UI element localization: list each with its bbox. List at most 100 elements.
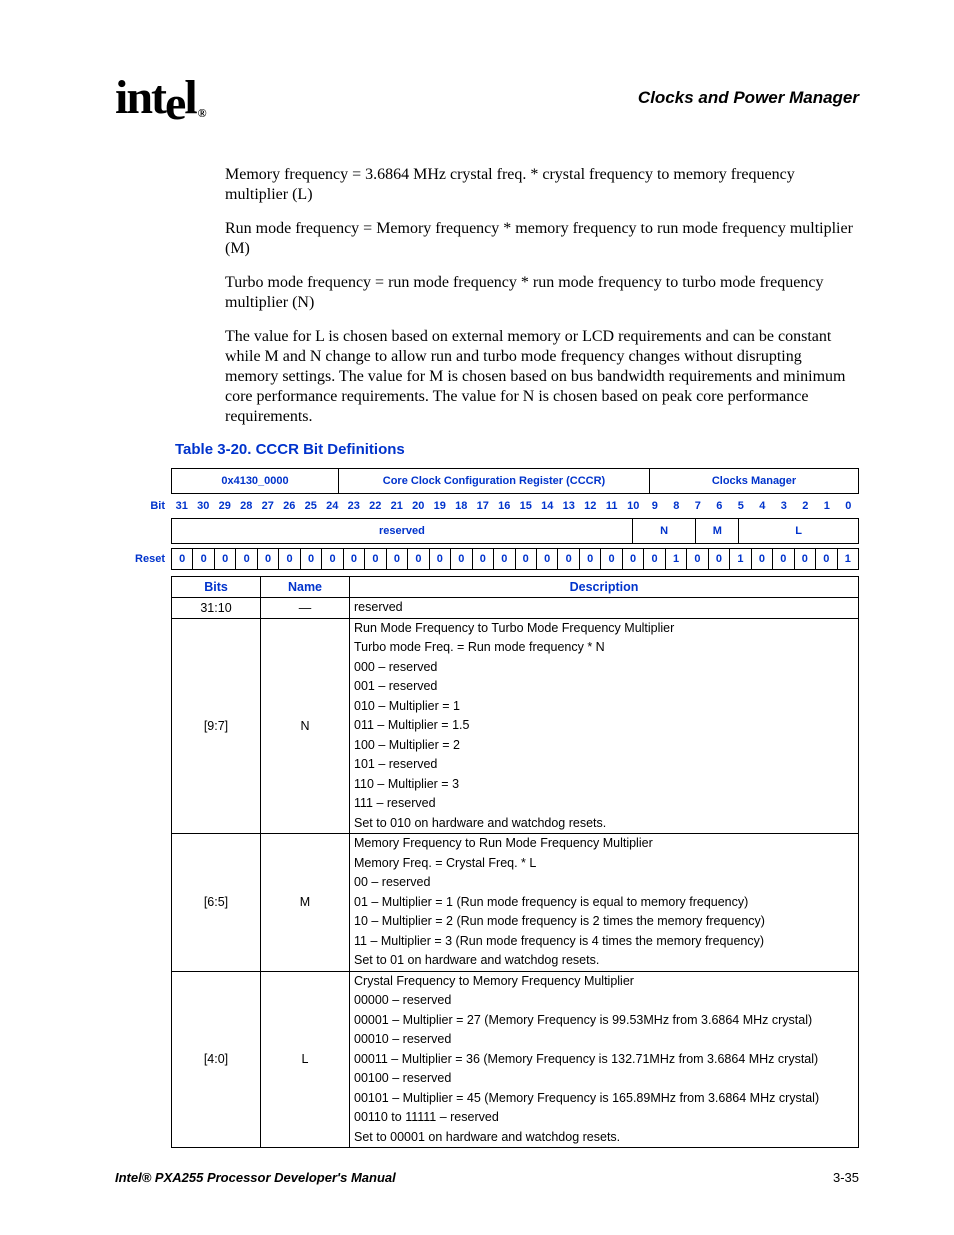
- reset-bit: 1: [837, 548, 859, 570]
- register-header-row: 0x4130_0000 Core Clock Configuration Reg…: [171, 468, 859, 494]
- body-text: Memory frequency = 3.6864 MHz crystal fr…: [225, 165, 859, 427]
- reset-bit: 0: [235, 548, 256, 570]
- desc-line: 00010 – reserved: [350, 1030, 858, 1050]
- cell-name: —: [261, 598, 350, 619]
- page-footer: Intel® PXA255 Processor Developer's Manu…: [115, 1170, 859, 1185]
- col-header-desc: Description: [350, 577, 859, 598]
- bit-number: 0: [838, 498, 860, 514]
- field-reserved: reserved: [172, 519, 633, 543]
- cell-bits: [6:5]: [172, 834, 261, 972]
- field-m: M: [696, 519, 739, 543]
- reset-bit: 0: [429, 548, 450, 570]
- cell-name: L: [261, 971, 350, 1148]
- desc-line: 10 – Multiplier = 2 (Run mode frequency …: [350, 912, 858, 932]
- desc-line: 101 – reserved: [350, 755, 858, 775]
- table-row: [9:7]NRun Mode Frequency to Turbo Mode F…: [172, 618, 859, 834]
- bit-number: 30: [193, 498, 215, 514]
- desc-line: Crystal Frequency to Memory Frequency Mu…: [350, 972, 858, 992]
- cell-description: Memory Frequency to Run Mode Frequency M…: [350, 834, 859, 972]
- reset-bit: 0: [171, 548, 192, 570]
- bit-numbers: 3130292827262524232221201918171615141312…: [171, 498, 859, 514]
- bit-number: 27: [257, 498, 279, 514]
- desc-line: Set to 00001 on hardware and watchdog re…: [350, 1128, 858, 1148]
- reset-bit: 0: [386, 548, 407, 570]
- desc-line: 011 – Multiplier = 1.5: [350, 716, 858, 736]
- register-table: 0x4130_0000 Core Clock Configuration Reg…: [171, 468, 859, 1148]
- cell-name: N: [261, 618, 350, 834]
- bit-row-label: Bit: [119, 500, 171, 512]
- bit-number: 12: [580, 498, 602, 514]
- reset-bit: 0: [364, 548, 385, 570]
- bit-number: 6: [709, 498, 731, 514]
- bit-number: 31: [171, 498, 193, 514]
- reset-row: Reset 00000000000000000000000100100001: [171, 548, 859, 570]
- desc-line: 00001 – Multiplier = 27 (Memory Frequenc…: [350, 1011, 858, 1031]
- reset-bit: 0: [751, 548, 772, 570]
- paragraph: Turbo mode frequency = run mode frequenc…: [225, 273, 859, 313]
- reset-bit: 0: [815, 548, 836, 570]
- desc-line: 010 – Multiplier = 1: [350, 697, 858, 717]
- table-row: [6:5]MMemory Frequency to Run Mode Frequ…: [172, 834, 859, 972]
- desc-line: 100 – Multiplier = 2: [350, 736, 858, 756]
- reset-bit: 1: [665, 548, 686, 570]
- page-header: intel® Clocks and Power Manager: [115, 70, 859, 125]
- bit-number: 17: [472, 498, 494, 514]
- bit-number: 8: [666, 498, 688, 514]
- bit-number: 19: [429, 498, 451, 514]
- desc-line: 00 – reserved: [350, 873, 858, 893]
- cell-description: reserved: [350, 598, 859, 619]
- reset-bit: 0: [622, 548, 643, 570]
- desc-line: 001 – reserved: [350, 677, 858, 697]
- register-address: 0x4130_0000: [172, 469, 339, 493]
- desc-line: Set to 01 on hardware and watchdog reset…: [350, 951, 858, 971]
- cell-name: M: [261, 834, 350, 972]
- bit-number: 3: [773, 498, 795, 514]
- bit-number: 25: [300, 498, 322, 514]
- bit-number: 18: [451, 498, 473, 514]
- reset-bit: 0: [557, 548, 578, 570]
- paragraph: The value for L is chosen based on exter…: [225, 327, 859, 427]
- register-manager: Clocks Manager: [650, 469, 858, 493]
- reset-bit: 0: [579, 548, 600, 570]
- section-title: Clocks and Power Manager: [638, 88, 859, 108]
- bit-index-row: Bit 313029282726252423222120191817161514…: [171, 498, 859, 514]
- desc-line: 00011 – Multiplier = 36 (Memory Frequenc…: [350, 1050, 858, 1070]
- bit-number: 7: [687, 498, 709, 514]
- field-cells: reserved N M L: [171, 518, 859, 544]
- desc-line: 00110 to 11111 – reserved: [350, 1108, 858, 1128]
- reset-bit: 0: [794, 548, 815, 570]
- desc-line: 00000 – reserved: [350, 991, 858, 1011]
- desc-line: Memory Freq. = Crystal Freq. * L: [350, 854, 858, 874]
- bit-number: 4: [752, 498, 774, 514]
- bit-number: 10: [623, 498, 645, 514]
- paragraph: Run mode frequency = Memory frequency * …: [225, 219, 859, 259]
- reset-bit: 0: [343, 548, 364, 570]
- reset-bit: 0: [686, 548, 707, 570]
- bit-number: 16: [494, 498, 516, 514]
- reset-bit: 0: [300, 548, 321, 570]
- desc-line: 01 – Multiplier = 1 (Run mode frequency …: [350, 893, 858, 913]
- reset-bit: 0: [643, 548, 664, 570]
- desc-line: Set to 010 on hardware and watchdog rese…: [350, 814, 858, 834]
- bit-number: 11: [601, 498, 623, 514]
- bit-number: 15: [515, 498, 537, 514]
- register-name: Core Clock Configuration Register (CCCR): [339, 469, 650, 493]
- desc-line: 000 – reserved: [350, 658, 858, 678]
- bit-number: 24: [322, 498, 344, 514]
- bit-number: 2: [795, 498, 817, 514]
- reset-bit: 0: [450, 548, 471, 570]
- reset-bit: 0: [472, 548, 493, 570]
- bit-number: 1: [816, 498, 838, 514]
- reset-row-label: Reset: [119, 553, 171, 565]
- bit-number: 23: [343, 498, 365, 514]
- desc-line: Memory Frequency to Run Mode Frequency M…: [350, 834, 858, 854]
- reset-bit: 0: [772, 548, 793, 570]
- desc-line: 00100 – reserved: [350, 1069, 858, 1089]
- bit-number: 29: [214, 498, 236, 514]
- cell-description: Crystal Frequency to Memory Frequency Mu…: [350, 971, 859, 1148]
- page: intel® Clocks and Power Manager Memory f…: [0, 0, 954, 1235]
- reset-bit: 0: [214, 548, 235, 570]
- desc-line: 00101 – Multiplier = 45 (Memory Frequenc…: [350, 1089, 858, 1109]
- cell-bits: [9:7]: [172, 618, 261, 834]
- reset-bit: 0: [278, 548, 299, 570]
